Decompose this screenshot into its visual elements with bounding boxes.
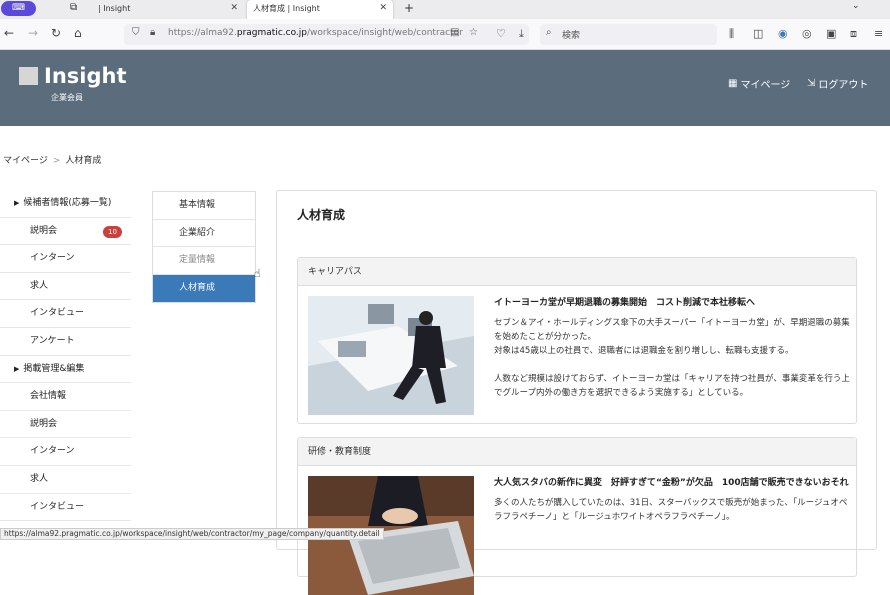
account-icon[interactable]: ◎: [802, 27, 812, 40]
sidebar-item-briefing[interactable]: 説明会 10: [0, 218, 131, 246]
sidebar-group-candidates[interactable]: 候補者情報(応募一覧): [0, 190, 131, 218]
subnav-quantitative[interactable]: 定量情報: [153, 247, 255, 275]
sidebar-toggle-icon[interactable]: ◫: [753, 27, 763, 40]
sidebar-item-label: インターン: [30, 253, 75, 264]
sidebar-item-survey[interactable]: アンケート: [0, 328, 131, 356]
breadcrumb-current: 人材育成: [65, 156, 102, 166]
sidebar: 候補者情報(応募一覧) 説明会10 インターン 求人 インタビュー アンケート …: [0, 190, 131, 522]
card-header: 研修・教育制度: [298, 438, 856, 466]
sidebar-item-company-info[interactable]: 会社情報: [0, 383, 131, 411]
search-input[interactable]: ⌕ 検索: [540, 24, 717, 45]
sidebar-item-intern[interactable]: インターン: [0, 245, 131, 273]
tab-title: 人材育成 | Insight: [253, 4, 320, 13]
article-paragraph: 人数など規模は設けておらず、イトーヨーカ堂は「キャリアを持つ社員が、事業変革を行…: [494, 374, 850, 398]
main-panel: 人材育成 キャリアパス イトーヨーカ堂が早期退職の募集開始 コスト削減で本社移転…: [276, 190, 877, 595]
browser-tab-bar: ⌨ ⧉ | Insight ✕ 人材育成 | Insight ✕ + ⌄: [0, 0, 890, 19]
article-paragraph: セブン＆アイ・ホールディングス傘下の大手スーパー「イトーヨーカ堂」が、早期退職の…: [494, 318, 850, 342]
new-tab-button[interactable]: +: [404, 0, 414, 17]
pocket-icon[interactable]: ♡: [496, 27, 506, 40]
home-icon[interactable]: ⌂: [74, 26, 82, 40]
reload-icon[interactable]: ↻: [51, 26, 61, 40]
sidebar-group-publishing[interactable]: 掲載管理&編集: [0, 356, 131, 384]
sync-icon[interactable]: ◉: [778, 27, 788, 40]
article-title[interactable]: 大人気スタバの新作に異変 好評すぎて“金粉”が欠品 100店舗で販売できないおそ…: [494, 476, 850, 490]
logout-icon: ⇲: [807, 78, 816, 89]
logout-label: ログアウト: [818, 80, 869, 91]
subnav-company-intro[interactable]: 企業紹介: [153, 220, 255, 247]
card-header: キャリアパス: [298, 258, 856, 286]
menu-icon[interactable]: ≡: [874, 27, 883, 40]
tab-list-icon[interactable]: ⧉: [70, 2, 77, 13]
article-paragraph: 多くの人たちが購入していたのは、31日、スターバックスで販売が始まった、「ルージ…: [494, 498, 848, 522]
article-text: セブン＆アイ・ホールディングス傘下の大手スーパー「イトーヨーカ堂」が、早期退職の…: [494, 316, 850, 400]
search-icon: ⌕: [546, 27, 552, 38]
article-body: イトーヨーカ堂が早期退職の募集開始 コスト削減で本社移転へ セブン＆アイ・ホール…: [494, 296, 850, 400]
article-card: 研修・教育制度 大人気スタバの新作に異変 好評すぎて“金粉”が欠品 100店舗で…: [297, 437, 857, 595]
sidebar-item-label: 会社情報: [30, 391, 67, 402]
article-photo: [308, 296, 474, 415]
breadcrumb: マイページ > 人材育成: [3, 153, 101, 166]
sidebar-item-label: インターン: [30, 446, 75, 457]
sidebar-item-jobs[interactable]: 求人: [0, 273, 131, 301]
address-url[interactable]: https://alma92.pragmatic.co.jp/workspace…: [168, 28, 473, 38]
browser-toolbar: ← → ↻ ⌂ ⛉ 🔒︎ https://alma92.pragmatic.co…: [0, 19, 890, 50]
sidebar-item-label: インタビュー: [30, 308, 85, 319]
sidebar-item-label: 説明会: [30, 225, 58, 236]
count-badge: 10: [103, 225, 122, 238]
logo-text[interactable]: Insight: [44, 64, 126, 88]
shield-icon[interactable]: ⛉: [132, 27, 140, 38]
logo-subtitle: 企業会員: [51, 93, 83, 102]
page-title: 人材育成: [297, 208, 346, 222]
back-icon[interactable]: ←: [4, 26, 14, 40]
logo-icon[interactable]: [19, 67, 38, 85]
article-body: 大人気スタバの新作に異変 好評すぎて“金粉”が欠品 100店舗で販売できないおそ…: [494, 476, 850, 524]
forward-icon[interactable]: →: [28, 26, 38, 40]
breadcrumb-home[interactable]: マイページ: [3, 156, 48, 166]
article-title[interactable]: イトーヨーカ堂が早期退職の募集開始 コスト削減で本社移転へ: [494, 296, 850, 310]
sidebar-item-label: 求人: [30, 280, 49, 291]
link-status-bar: https://alma92.pragmatic.co.jp/workspace…: [0, 528, 384, 540]
close-icon[interactable]: ✕: [230, 0, 238, 17]
sidebar-item-label: 掲載管理&編集: [23, 363, 85, 374]
logout-link[interactable]: ⇲ ログアウト: [807, 76, 868, 91]
sidebar-item-label: インタビュー: [30, 501, 85, 512]
puzzle-icon[interactable]: ⧈: [850, 27, 857, 40]
sidebar-item-briefing-edit[interactable]: 説明会: [0, 411, 131, 439]
close-icon[interactable]: ✕: [379, 0, 387, 17]
subnav-hr-development[interactable]: 人材育成: [153, 274, 255, 302]
grid-icon: ▦: [728, 78, 738, 89]
browser-tab-active[interactable]: 人材育成 | Insight ✕: [247, 0, 393, 19]
sidebar-item-interview[interactable]: インタビュー: [0, 300, 131, 328]
sidebar-item-label: 説明会: [30, 418, 58, 429]
sidebar-item-label: 候補者情報(応募一覧): [23, 198, 112, 208]
mouse-cursor-icon: ☝: [254, 267, 261, 280]
library-icon[interactable]: ⫼: [729, 27, 734, 40]
breadcrumb-separator: >: [52, 156, 61, 166]
mypage-link[interactable]: ▦ マイページ: [728, 76, 790, 91]
extension-icon[interactable]: ▣: [826, 27, 836, 40]
search-placeholder: 検索: [562, 31, 581, 41]
article-card: キャリアパス イトーヨーカ堂が早期退職の募集開始 コスト削減で本社移転へ セブン…: [297, 257, 857, 424]
sidebar-item-jobs-edit[interactable]: 求人: [0, 466, 131, 494]
sidebar-item-intern-edit[interactable]: インターン: [0, 438, 131, 466]
sidebar-item-label: 求人: [30, 473, 49, 484]
company-subnav: 基本情報 企業紹介 定量情報 人材育成: [152, 191, 256, 303]
article-paragraph: 対象は45歳以上の社員で、退職者には退職金を割り増しし、転職も支援する。: [494, 346, 794, 356]
download-icon[interactable]: ⤓: [519, 27, 524, 40]
tab-title: | Insight: [98, 4, 131, 13]
lock-icon[interactable]: 🔒︎: [150, 27, 155, 38]
address-bar[interactable]: ⛉ 🔒︎ https://alma92.pragmatic.co.jp/work…: [124, 24, 529, 45]
site-header: Insight 企業会員 ▦ マイページ ⇲ ログアウト: [0, 50, 890, 126]
sidebar-item-label: アンケート: [30, 335, 75, 346]
mypage-label: マイページ: [740, 80, 791, 91]
subnav-basic-info[interactable]: 基本情報: [153, 192, 255, 220]
tab-menu-icon[interactable]: ⌄: [852, 1, 860, 11]
article-text: 多くの人たちが購入していたのは、31日、スターバックスで販売が始まった、「ルージ…: [494, 496, 850, 524]
extension-button[interactable]: ⌨: [1, 1, 36, 16]
browser-tab[interactable]: | Insight ✕: [92, 0, 244, 19]
reader-view-icon[interactable]: ▤: [450, 27, 459, 38]
bookmark-star-icon[interactable]: ☆: [469, 27, 478, 38]
sidebar-item-interview-edit[interactable]: インタビュー: [0, 494, 131, 522]
